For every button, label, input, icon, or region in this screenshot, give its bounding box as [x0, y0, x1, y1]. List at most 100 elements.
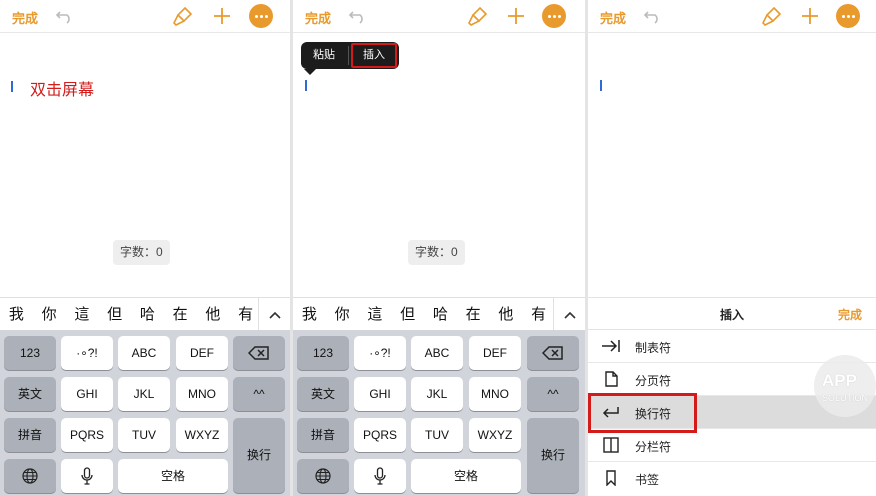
insert-done-button[interactable]: 完成 — [838, 306, 862, 323]
candidate-char[interactable]: 但 — [98, 298, 131, 331]
undo-icon[interactable] — [348, 8, 368, 24]
bookmark-icon — [606, 470, 616, 486]
insert-item-label: 分页符 — [635, 374, 672, 388]
key-jkl[interactable]: JKL — [118, 377, 170, 411]
key-emoticon[interactable]: ^^ — [233, 377, 285, 411]
insert-sheet-header: 插入 完成 — [588, 297, 876, 330]
paste-menu-item[interactable]: 粘贴 — [301, 42, 347, 69]
key-123[interactable]: 123 — [4, 336, 56, 370]
backspace-icon[interactable] — [233, 336, 285, 370]
panel-double-tap: 完成 双击屏幕 字数：0 我 你 這 但 哈 在 他 有 123 ·∘?! AB… — [0, 0, 290, 496]
insert-menu-item[interactable]: 插入 — [351, 43, 397, 68]
key-pinyin[interactable]: 拼音 — [4, 418, 56, 452]
key-tuv[interactable]: TUV — [411, 418, 463, 452]
backspace-icon[interactable] — [527, 336, 579, 370]
return-key[interactable]: 换行 — [233, 418, 285, 493]
space-key[interactable]: 空格 — [118, 459, 228, 493]
key-wxyz[interactable]: WXYZ — [469, 418, 521, 452]
key-emoticon[interactable]: ^^ — [527, 377, 579, 411]
tab-arrow-icon — [602, 340, 620, 352]
key-mno[interactable]: MNO — [469, 377, 521, 411]
key-def[interactable]: DEF — [176, 336, 228, 370]
app-solution-watermark: APP SOLUTION — [814, 355, 876, 417]
key-def[interactable]: DEF — [469, 336, 521, 370]
candidate-char[interactable]: 哈 — [424, 298, 457, 331]
panel-popup-menu: 完成 粘贴 插入 字数：0 我 你 這 但 哈 在 他 有 123 ·∘?! A… — [293, 0, 585, 496]
candidate-char[interactable]: 他 — [197, 298, 230, 331]
key-abc[interactable]: ABC — [411, 336, 463, 370]
plus-icon[interactable] — [212, 6, 232, 26]
plus-icon[interactable] — [800, 6, 820, 26]
candidate-char[interactable]: 在 — [164, 298, 197, 331]
candidate-char[interactable]: 有 — [522, 298, 555, 331]
watermark-text: APP — [822, 371, 857, 390]
globe-icon[interactable] — [4, 459, 56, 493]
key-punct[interactable]: ·∘?! — [61, 336, 113, 370]
chevron-up-icon[interactable] — [258, 298, 290, 331]
candidate-char[interactable]: 你 — [33, 298, 66, 331]
candidate-bar: 我 你 這 但 哈 在 他 有 — [293, 297, 585, 331]
key-ghi[interactable]: GHI — [354, 377, 406, 411]
key-ghi[interactable]: GHI — [61, 377, 113, 411]
keyboard: 123 ·∘?! ABC DEF 英文 GHI JKL MNO ^^ 拼音 PQ… — [0, 330, 290, 496]
brush-icon[interactable] — [172, 6, 194, 26]
candidate-char[interactable]: 這 — [359, 298, 392, 331]
popup-arrow — [304, 69, 316, 75]
more-icon[interactable] — [249, 4, 273, 28]
microphone-icon[interactable] — [354, 459, 406, 493]
brush-icon[interactable] — [467, 6, 489, 26]
page-icon — [605, 371, 618, 387]
key-pqrs[interactable]: PQRS — [61, 418, 113, 452]
word-count-badge: 字数：0 — [113, 240, 170, 265]
key-abc[interactable]: ABC — [118, 336, 170, 370]
key-tuv[interactable]: TUV — [118, 418, 170, 452]
key-english[interactable]: 英文 — [4, 377, 56, 411]
screenshot-composite: 完成 双击屏幕 字数：0 我 你 這 但 哈 在 他 有 123 ·∘?! AB… — [0, 0, 876, 496]
plus-icon[interactable] — [506, 6, 526, 26]
done-button[interactable]: 完成 — [12, 8, 38, 27]
candidate-char[interactable]: 這 — [66, 298, 99, 331]
candidate-char[interactable]: 我 — [0, 298, 33, 331]
highlight-annotation — [588, 393, 697, 433]
done-button[interactable]: 完成 — [305, 8, 331, 27]
key-jkl[interactable]: JKL — [411, 377, 463, 411]
globe-icon[interactable] — [297, 459, 349, 493]
key-punct[interactable]: ·∘?! — [354, 336, 406, 370]
done-button[interactable]: 完成 — [600, 8, 626, 27]
candidate-char[interactable]: 他 — [490, 298, 523, 331]
candidate-char[interactable]: 我 — [293, 298, 326, 331]
key-pinyin[interactable]: 拼音 — [297, 418, 349, 452]
candidate-char[interactable]: 哈 — [131, 298, 164, 331]
microphone-icon[interactable] — [61, 459, 113, 493]
candidate-char[interactable]: 但 — [391, 298, 424, 331]
insert-item-column-break[interactable]: 分栏符 — [588, 429, 876, 462]
brush-icon[interactable] — [761, 6, 783, 26]
insert-item-label: 分栏符 — [635, 440, 672, 454]
text-cursor — [305, 80, 307, 91]
space-key[interactable]: 空格 — [411, 459, 521, 493]
key-wxyz[interactable]: WXYZ — [176, 418, 228, 452]
chevron-up-icon[interactable] — [553, 298, 585, 331]
text-cursor — [600, 80, 602, 91]
return-key[interactable]: 换行 — [527, 418, 579, 493]
key-123[interactable]: 123 — [297, 336, 349, 370]
top-bar: 完成 — [293, 0, 585, 33]
candidate-char[interactable]: 你 — [326, 298, 359, 331]
insert-item-label: 书签 — [635, 473, 660, 487]
insert-sheet-title: 插入 — [719, 308, 744, 322]
insert-item-bookmark[interactable]: 书签 — [588, 462, 876, 495]
more-icon[interactable] — [542, 4, 566, 28]
key-english[interactable]: 英文 — [297, 377, 349, 411]
key-mno[interactable]: MNO — [176, 377, 228, 411]
key-pqrs[interactable]: PQRS — [354, 418, 406, 452]
top-bar: 完成 — [0, 0, 290, 33]
undo-icon[interactable] — [55, 8, 75, 24]
word-count-badge: 字数：0 — [408, 240, 465, 265]
insert-item-label: 制表符 — [635, 341, 672, 355]
candidate-char[interactable]: 在 — [457, 298, 490, 331]
top-bar: 完成 — [588, 0, 876, 33]
undo-icon[interactable] — [643, 8, 663, 24]
more-icon[interactable] — [836, 4, 860, 28]
candidate-bar: 我 你 這 但 哈 在 他 有 — [0, 297, 290, 331]
watermark-subtext: SOLUTION — [822, 393, 869, 403]
